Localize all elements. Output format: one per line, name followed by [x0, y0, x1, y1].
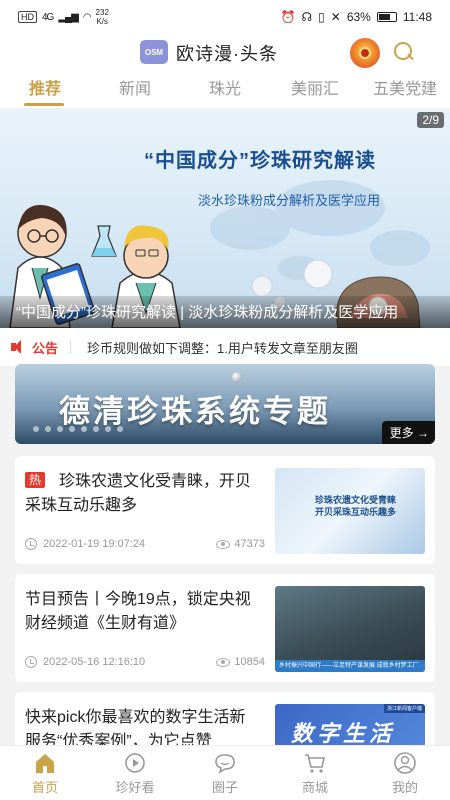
- speaker-icon: [10, 338, 28, 356]
- vibrate-icon: ▯: [318, 10, 325, 24]
- arrow-right-icon: →: [417, 426, 429, 440]
- sim-indicator: HD: [18, 11, 37, 23]
- party-emblem-icon[interactable]: [350, 38, 380, 68]
- tab-beauty[interactable]: 美丽汇: [270, 72, 360, 108]
- publish-date: 2022-05-16 12:16:10: [43, 656, 146, 668]
- carousel-dots: [33, 426, 123, 432]
- tab-news[interactable]: 新闻: [90, 72, 180, 108]
- tab-recommend[interactable]: 推荐: [0, 72, 90, 108]
- article-title: 节目预告丨今晚19点，锁定央视财经频道《生财有道》: [25, 591, 251, 632]
- thumbnail-caption: 乡村振兴中国行——立足特产谋发展 成就乡村梦工厂: [275, 660, 425, 672]
- tab-pearl-light[interactable]: 珠光: [180, 72, 270, 108]
- clock-icon: [25, 656, 37, 668]
- clock: 11:48: [402, 10, 432, 24]
- banner-carousel[interactable]: “中国成分”珍珠研究解读 淡水珍珠粉成分解析及医学应用 2/9 “中国成分”珍珠…: [0, 108, 450, 328]
- banner-headline: “中国成分”珍珠研究解读: [144, 150, 376, 172]
- tab-party-building[interactable]: 五美党建: [360, 72, 450, 108]
- chat-icon: [215, 754, 235, 774]
- banner-illustration: [9, 180, 430, 328]
- more-button[interactable]: 更多 →: [381, 421, 435, 444]
- hot-badge: 热: [25, 472, 46, 488]
- news-card[interactable]: 热珍珠农遗文化受青睐，开贝采珠互动乐趣多 2022-01-19 19:07:24…: [15, 456, 435, 564]
- topic-title: 德清珍珠系统专题: [59, 394, 331, 430]
- headphones-icon: ☊: [301, 10, 313, 24]
- special-topic-banner[interactable]: 德清珍珠系统专题 更多 →: [15, 364, 435, 444]
- network-speed: 232 K/s: [95, 8, 109, 26]
- thumbnail-caption: 数字生活: [291, 721, 396, 746]
- battery-percent: 63%: [346, 10, 371, 24]
- article-thumbnail: 乡村振兴中国行——立足特产谋发展 成就乡村梦工厂: [275, 586, 425, 672]
- eye-icon: [216, 657, 231, 667]
- thumbnail-source: 浙江新闻客户端: [383, 704, 425, 713]
- nav-mall[interactable]: 商城: [270, 746, 360, 800]
- article-meta: 2022-01-19 19:07:24 47373: [25, 538, 265, 550]
- banner-subtitle: 淡水珍珠粉成分解析及医学应用: [198, 193, 381, 208]
- announcement-bar[interactable]: 公告 珍币规则做如下调整：1.用户转发文章至朋友圈: [0, 328, 450, 366]
- article-thumbnail: 珍珠农遗文化受青睐 开贝采珠互动乐趣多: [275, 468, 425, 554]
- announcement-text: 珍币规则做如下调整：1.用户转发文章至朋友圈: [87, 340, 358, 356]
- banner-caption: “中国成分”珍珠研究解读 | 淡水珍珠粉成分解析及医学应用: [16, 304, 399, 321]
- mute-icon: ✕: [330, 10, 341, 24]
- article-meta: 2022-05-16 12:16:10 10854: [25, 656, 265, 668]
- app-logo: OSM: [140, 40, 168, 64]
- eye-icon: [216, 539, 231, 549]
- battery-icon: [376, 12, 397, 22]
- divider: [70, 340, 72, 354]
- wifi-icon: ◠: [82, 11, 92, 23]
- network-label: 4G: [42, 11, 54, 23]
- view-count: 47373: [234, 538, 265, 550]
- clock-icon: [25, 538, 37, 550]
- banner-page-counter: 2/9: [417, 112, 444, 128]
- category-tabs: 推荐 新闻 珠光 美丽汇 五美党建: [0, 72, 450, 108]
- alarm-icon: ⏰: [280, 10, 296, 24]
- status-bar: HD 4G ▂▄▆ ◠ 232 K/s ⏰ ☊ ▯ ✕ 63% 11:48: [0, 0, 450, 34]
- news-card[interactable]: 节目预告丨今晚19点，锁定央视财经频道《生财有道》 2022-05-16 12:…: [15, 574, 435, 682]
- nav-home[interactable]: 首页: [0, 746, 90, 800]
- publish-date: 2022-01-19 19:07:24: [43, 538, 146, 550]
- home-icon: [36, 754, 54, 773]
- app-header: OSM 欧诗漫·头条: [0, 34, 450, 72]
- view-count: 10854: [234, 656, 265, 668]
- cart-icon: [305, 754, 325, 773]
- bottom-nav: 首页 珍好看 圈子 商城 我的: [0, 745, 450, 800]
- app-title: 欧诗漫·头条: [176, 44, 278, 64]
- pearl-icon: [232, 372, 242, 382]
- play-icon: [125, 753, 145, 773]
- nav-circle[interactable]: 圈子: [180, 746, 270, 800]
- thumbnail-caption: 珍珠农遗文化受青睐 开贝采珠互动乐趣多: [315, 495, 397, 517]
- announcement-label: 公告: [32, 340, 59, 356]
- signal-icon: ▂▄▆: [58, 11, 78, 23]
- nav-watch[interactable]: 珍好看: [90, 746, 180, 800]
- article-title: 热珍珠农遗文化受青睐，开贝采珠互动乐趣多: [25, 472, 252, 514]
- nav-mine[interactable]: 我的: [360, 746, 450, 800]
- search-icon[interactable]: [392, 40, 416, 64]
- user-icon: [394, 752, 416, 774]
